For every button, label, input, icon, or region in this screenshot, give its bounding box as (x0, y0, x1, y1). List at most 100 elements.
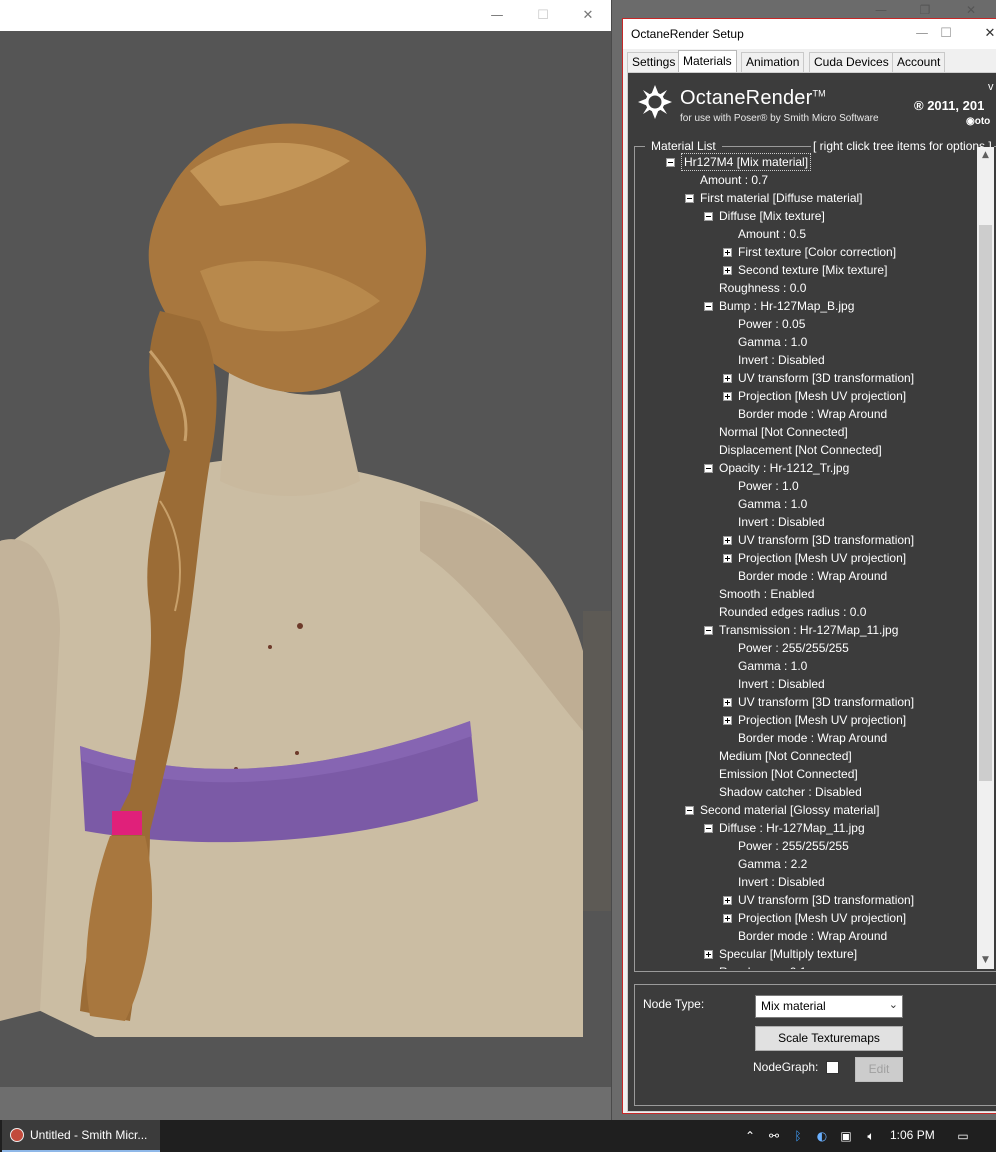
scroll-up-icon[interactable]: ▲ (977, 147, 994, 164)
expand-icon[interactable] (723, 248, 732, 257)
render-viewport[interactable] (0, 31, 611, 1087)
tree-row-label: UV transform [3D transformation] (738, 371, 915, 385)
expand-icon[interactable] (723, 698, 732, 707)
close-icon[interactable]: ✕ (967, 19, 996, 49)
rendered-figure-image (0, 31, 611, 1087)
tree-row-label: First material [Diffuse material] (700, 191, 863, 205)
expand-icon[interactable] (723, 716, 732, 725)
edit-button[interactable]: Edit (855, 1057, 903, 1082)
expand-icon[interactable] (723, 536, 732, 545)
node-type-select[interactable]: Mix material ⌄ (755, 995, 903, 1018)
material-list-group: Material List [ right click tree items f… (634, 139, 996, 972)
tree-row-label: Border mode : Wrap Around (738, 569, 888, 583)
nodegraph-checkbox[interactable] (826, 1061, 839, 1074)
tree-row-label: Border mode : Wrap Around (738, 929, 888, 943)
expand-icon[interactable] (723, 914, 732, 923)
network-icon[interactable]: ▣ (836, 1120, 856, 1152)
taskbar-app-button[interactable]: Untitled - Smith Micr... (2, 1120, 160, 1152)
render-window-statusbar (0, 1087, 611, 1120)
tab-materials[interactable]: Materials (678, 50, 737, 72)
tree-row-label: Gamma : 1.0 (738, 659, 808, 673)
scrollbar-thumb[interactable] (979, 225, 992, 781)
bluetooth-icon[interactable]: ᛒ (788, 1120, 808, 1152)
expand-icon[interactable] (723, 896, 732, 905)
collapse-icon[interactable] (704, 464, 713, 473)
expand-icon[interactable] (723, 392, 732, 401)
tree-row-label: Transmission : Hr-127Map_11.jpg (719, 623, 899, 637)
collapse-icon[interactable] (704, 626, 713, 635)
collapse-icon[interactable] (704, 302, 713, 311)
taskbar-clock[interactable]: 1:06 PM (890, 1128, 935, 1142)
tree-row-label: Projection [Mesh UV projection] (738, 389, 907, 403)
octane-logo-icon (638, 85, 672, 119)
link-icon[interactable]: ⚯ (764, 1120, 784, 1152)
collapse-icon[interactable] (666, 158, 675, 167)
tree-row-label: Power : 255/255/255 (738, 839, 849, 853)
expand-icon[interactable] (704, 950, 713, 959)
tree-row-label: Displacement [Not Connected] (719, 443, 882, 457)
collapse-icon[interactable] (704, 212, 713, 221)
tree-row-label: UV transform [3D transformation] (738, 533, 915, 547)
chevron-up-icon[interactable]: ⌃ (740, 1120, 760, 1152)
octane-logo-subtitle: for use with Poser® by Smith Micro Softw… (680, 113, 879, 124)
materials-panel: OctaneRenderTM for use with Poser® by Sm… (627, 72, 996, 1112)
tab-settings[interactable]: Settings (627, 52, 681, 72)
tree-row-label: Invert : Disabled (738, 353, 825, 367)
close-icon[interactable]: ✕ (565, 0, 611, 31)
chevron-down-icon: ⌄ (888, 998, 898, 1011)
volume-icon[interactable]: 🔈︎ (860, 1120, 882, 1152)
maximize-icon[interactable]: ☐ (520, 0, 566, 31)
dialog-title: OctaneRender Setup (631, 27, 744, 41)
octane-logo-text: OctaneRenderTM (680, 87, 826, 109)
otoy-logo: ◉oto (966, 116, 991, 127)
tab-animation[interactable]: Animation (741, 52, 805, 72)
tab-account[interactable]: Account (892, 52, 946, 72)
scroll-down-icon[interactable]: ▼ (977, 952, 994, 969)
tree-row-label: Invert : Disabled (738, 515, 825, 529)
tree-row-label: Specular [Multiply texture] (719, 947, 858, 961)
material-tree-scrollbar[interactable]: ▲ ▼ (977, 147, 994, 969)
maximize-icon[interactable]: ☐ (923, 19, 969, 49)
minimize-icon[interactable]: — (474, 0, 520, 31)
minimize-icon[interactable]: — (858, 0, 904, 20)
dialog-titlebar[interactable]: OctaneRender Setup — ☐ ✕ (623, 19, 996, 49)
nodegraph-label: NodeGraph: (753, 1060, 819, 1074)
tree-row-label: Second material [Glossy material] (700, 803, 880, 817)
tree-row-label: Amount : 0.5 (738, 227, 807, 241)
tree-row-label: Medium [Not Connected] (719, 749, 852, 763)
expand-icon[interactable] (723, 554, 732, 563)
close-icon[interactable]: ✕ (948, 0, 994, 20)
tree-row-label: Second texture [Mix texture] (738, 263, 888, 277)
tree-row-label: Power : 0.05 (738, 317, 806, 331)
collapse-icon[interactable] (685, 806, 694, 815)
tree-row-label: UV transform [3D transformation] (738, 893, 915, 907)
expand-icon[interactable] (723, 374, 732, 383)
tree-row-label: Shadow catcher : Disabled (719, 785, 862, 799)
tree-row-label: Emission [Not Connected] (719, 767, 858, 781)
tree-row-label: Border mode : Wrap Around (738, 731, 888, 745)
collapse-icon[interactable] (704, 824, 713, 833)
render-window-titlebar[interactable]: — ☐ ✕ (0, 0, 611, 31)
tree-row-label: Roughness : 0.1 (719, 963, 806, 969)
version-label: v (988, 81, 994, 93)
notification-icon[interactable]: ▭ (952, 1120, 974, 1152)
tree-row-label: Gamma : 1.0 (738, 497, 808, 511)
node-type-value: Mix material (761, 999, 826, 1013)
octane-copyright: ® 2011, 201 (914, 98, 985, 113)
tree-row-label: Projection [Mesh UV projection] (738, 551, 907, 565)
tree-row-label: Invert : Disabled (738, 875, 825, 889)
node-controls-group: Node Type: Mix material ⌄ Scale Texturem… (634, 984, 996, 1106)
tree-row-label: Invert : Disabled (738, 677, 825, 691)
tree-row-label: Smooth : Enabled (719, 587, 815, 601)
scale-texturemaps-button[interactable]: Scale Texturemaps (755, 1026, 903, 1051)
tree-row-label: Border mode : Wrap Around (738, 407, 888, 421)
expand-icon[interactable] (723, 266, 732, 275)
octane-logo-banner: OctaneRenderTM for use with Poser® by Sm… (636, 81, 996, 131)
app-tray-icon[interactable]: ◐ (812, 1120, 832, 1152)
tab-cuda-devices[interactable]: Cuda Devices (809, 52, 894, 72)
material-tree[interactable]: Hr127M4 [Mix material] Amount : 0.7 First … (635, 147, 977, 969)
restore-icon[interactable]: ❐ (902, 0, 948, 20)
collapse-icon[interactable] (685, 194, 694, 203)
tree-row-label: Diffuse : Hr-127Map_11.jpg (719, 821, 865, 835)
tree-row-label: Opacity : Hr-1212_Tr.jpg (719, 461, 850, 475)
